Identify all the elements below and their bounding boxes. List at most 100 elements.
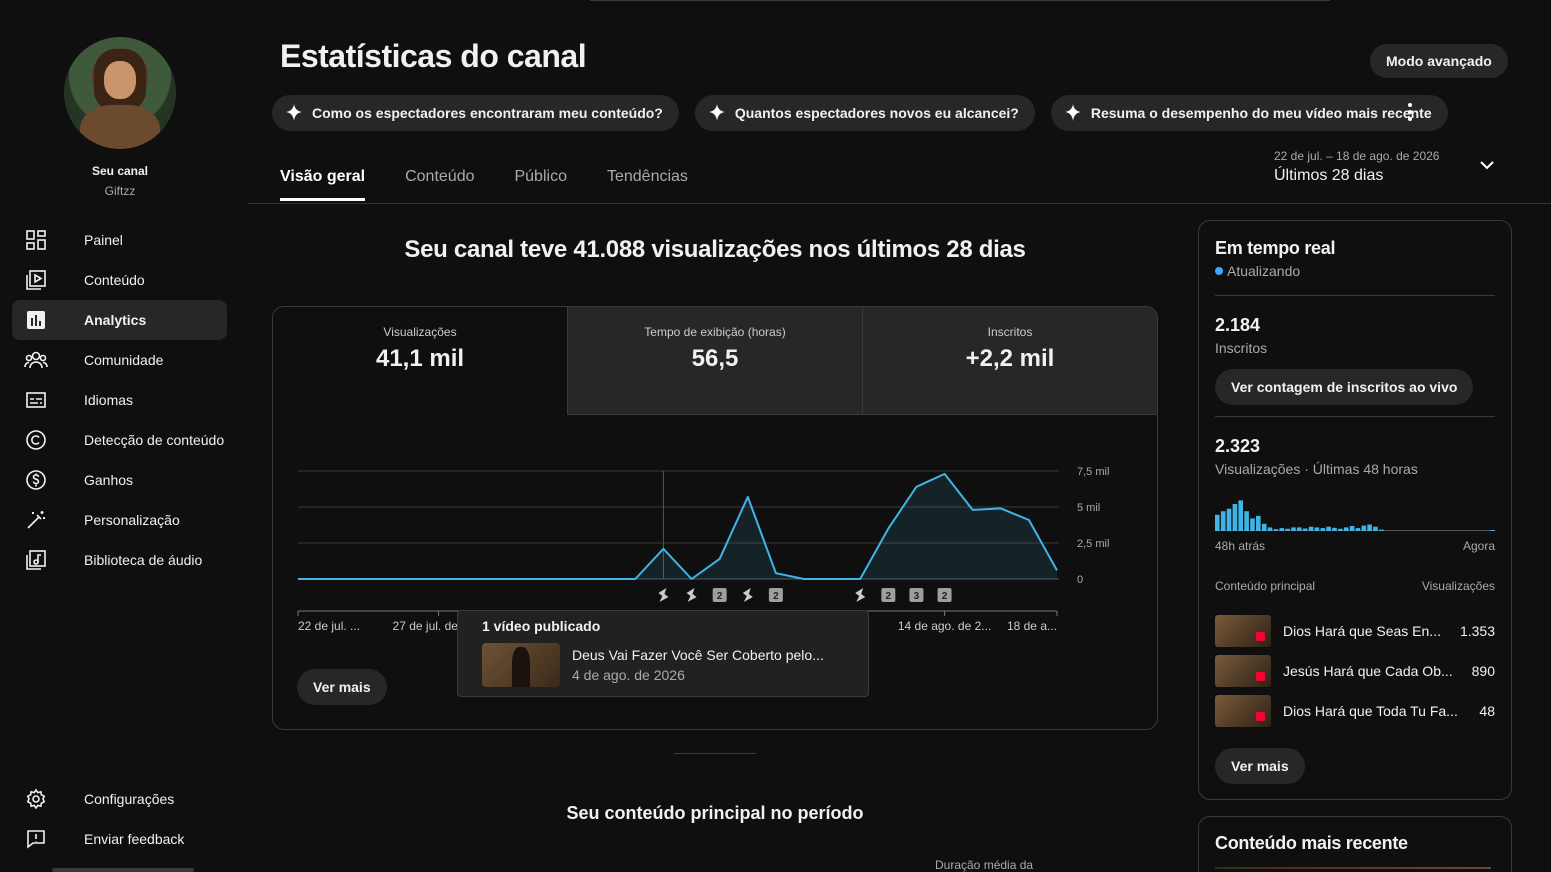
x-tick-label: 27 de jul. de bbox=[393, 619, 459, 633]
realtime-title: Em tempo real bbox=[1215, 238, 1336, 258]
top-content-header: Conteúdo principal bbox=[1215, 579, 1316, 593]
top-content-row[interactable]: Dios Hará que Toda Tu Fa... 48 bbox=[1215, 695, 1495, 727]
chip-label: Quantos espectadores novos eu alcancei? bbox=[734, 105, 1019, 121]
realtime-bar bbox=[1244, 511, 1249, 531]
sidebar-item-analytics[interactable]: Analytics bbox=[12, 300, 227, 340]
sidebar-item-label: Ganhos bbox=[84, 472, 134, 488]
realtime-bar bbox=[1285, 528, 1290, 531]
tab-conteudo[interactable]: Conteúdo bbox=[405, 168, 474, 201]
realtime-see-more-button[interactable]: Ver mais bbox=[1215, 748, 1305, 784]
realtime-views-value: 2.323 bbox=[1215, 436, 1261, 456]
chevron-down-icon[interactable] bbox=[1478, 158, 1496, 176]
more-options-icon[interactable] bbox=[1398, 100, 1422, 124]
sidebar-item-label: Personalização bbox=[84, 512, 180, 528]
video-thumbnail[interactable] bbox=[482, 643, 560, 687]
channel-avatar[interactable] bbox=[64, 37, 176, 149]
sidebar-item-label: Comunidade bbox=[84, 352, 164, 368]
tooltip-video-title[interactable]: Deus Vai Fazer Você Ser Coberto pelo... bbox=[572, 647, 824, 663]
sparkle-icon bbox=[708, 104, 725, 121]
sidebar-item-label: Biblioteca de áudio bbox=[84, 552, 203, 568]
sidebar-item-configuracoes[interactable]: Configurações bbox=[12, 779, 227, 819]
chart-tooltip: 1 vídeo publicado Deus Vai Fazer Você Se… bbox=[457, 610, 869, 697]
top-content-row[interactable]: Jesús Hará que Cada Ob... 890 bbox=[1215, 655, 1495, 687]
top-content-section-title: Seu conteúdo principal no período bbox=[566, 803, 864, 823]
top-content-row[interactable]: Dios Hará que Seas En... 1.353 bbox=[1215, 615, 1495, 647]
y-tick-label: 2,5 mil bbox=[1077, 538, 1109, 550]
recent-content-title: Conteúdo mais recente bbox=[1215, 833, 1408, 853]
realtime-bar bbox=[1367, 524, 1372, 531]
metric-watch-time[interactable]: Tempo de exibição (horas) 56,5 bbox=[567, 307, 862, 415]
publish-count-label: 2 bbox=[773, 591, 779, 602]
suggestion-chips: Como os espectadores encontraram meu con… bbox=[272, 95, 1448, 131]
realtime-bar-chart[interactable] bbox=[1215, 491, 1495, 531]
publish-count-label: 2 bbox=[942, 591, 948, 602]
sidebar-item-feedback[interactable]: Enviar feedback bbox=[12, 819, 227, 859]
top-divider bbox=[590, 0, 1330, 1]
metric-value: 56,5 bbox=[691, 345, 739, 372]
sparkle-icon bbox=[1064, 104, 1081, 121]
metric-value: +2,2 mil bbox=[965, 345, 1055, 372]
video-thumbnail bbox=[1215, 615, 1271, 647]
suggestion-chip[interactable]: Como os espectadores encontraram meu con… bbox=[272, 95, 679, 131]
realtime-bar bbox=[1314, 527, 1320, 531]
sidebar-item-painel[interactable]: Painel bbox=[12, 220, 227, 260]
sidebar-item-deteccao[interactable]: Detecção de conteúdo bbox=[12, 420, 227, 460]
video-thumbnail bbox=[1215, 655, 1271, 687]
date-range-label: Últimos 28 dias bbox=[1274, 167, 1384, 184]
realtime-bar bbox=[1215, 514, 1220, 531]
tab-publico[interactable]: Público bbox=[514, 168, 566, 201]
realtime-divider bbox=[1215, 416, 1495, 417]
sidebar-item-label: Painel bbox=[84, 232, 123, 248]
shorts-icon bbox=[855, 588, 866, 602]
realtime-axis-start: 48h atrás bbox=[1215, 539, 1266, 553]
sidebar-item-idiomas[interactable]: Idiomas bbox=[12, 380, 227, 420]
sidebar-item-biblioteca-audio[interactable]: Biblioteca de áudio bbox=[12, 540, 227, 580]
shorts-icon bbox=[1256, 712, 1265, 721]
community-icon bbox=[24, 348, 48, 372]
sidebar-item-label: Configurações bbox=[84, 791, 175, 807]
tab-visao-geral[interactable]: Visão geral bbox=[280, 168, 366, 201]
realtime-bar bbox=[1273, 529, 1279, 531]
suggestion-chip[interactable]: Resuma o desempenho do meu vídeo mais re… bbox=[1050, 95, 1448, 131]
shorts-icon bbox=[658, 588, 669, 602]
sidebar-item-ganhos[interactable]: Ganhos bbox=[12, 460, 227, 500]
sidebar-bottom-nav: Configurações Enviar feedback bbox=[12, 779, 227, 859]
sidebar-item-comunidade[interactable]: Comunidade bbox=[12, 340, 227, 380]
realtime-bar bbox=[1238, 500, 1243, 531]
video-title: Jesús Hará que Cada Ob... bbox=[1283, 663, 1453, 679]
sidebar-scrollbar[interactable] bbox=[52, 868, 194, 872]
tooltip-video-date: 4 de ago. de 2026 bbox=[572, 667, 685, 683]
sidebar-item-personalizacao[interactable]: Personalização bbox=[12, 500, 227, 540]
live-subscriber-count-button[interactable]: Ver contagem de inscritos ao vivo bbox=[1215, 369, 1474, 405]
suggestion-chip[interactable]: Quantos espectadores novos eu alcancei? bbox=[694, 95, 1035, 131]
sidebar-nav: Painel Conteúdo Analytics Comunidade Idi… bbox=[12, 220, 227, 580]
page-title: Estatísticas do canal bbox=[280, 38, 587, 74]
tooltip-title: 1 vídeo publicado bbox=[482, 618, 601, 634]
content-icon bbox=[24, 268, 48, 292]
realtime-bar bbox=[1332, 527, 1337, 531]
sidebar-item-conteudo[interactable]: Conteúdo bbox=[12, 260, 227, 300]
sidebar-item-label: Idiomas bbox=[84, 392, 134, 408]
realtime-bar bbox=[1373, 526, 1378, 531]
realtime-bar bbox=[1379, 529, 1384, 531]
advanced-mode-button[interactable]: Modo avançado bbox=[1370, 44, 1508, 78]
tab-tendencias[interactable]: Tendências bbox=[607, 168, 688, 201]
realtime-views-label: Visualizações · Últimas 48 horas bbox=[1215, 461, 1418, 477]
y-tick-label: 7,5 mil bbox=[1077, 466, 1109, 478]
sidebar-item-label: Conteúdo bbox=[84, 272, 145, 288]
metric-label: Tempo de exibição (horas) bbox=[644, 325, 786, 339]
realtime-divider bbox=[1215, 295, 1495, 296]
sidebar-item-label: Analytics bbox=[84, 312, 147, 328]
see-more-button[interactable]: Ver mais bbox=[297, 669, 387, 705]
realtime-bar bbox=[1326, 526, 1331, 531]
metric-views[interactable]: Visualizações 41,1 mil bbox=[273, 307, 567, 415]
audio-library-icon bbox=[24, 548, 48, 572]
date-range-selector[interactable]: 22 de jul. – 18 de ago. de 2026 Últimos … bbox=[1274, 149, 1439, 185]
metric-subscribers[interactable]: Inscritos +2,2 mil bbox=[862, 307, 1157, 415]
shorts-icon bbox=[742, 588, 753, 602]
y-tick-label: 5 mil bbox=[1077, 502, 1100, 514]
publish-count-label: 2 bbox=[886, 591, 892, 602]
realtime-bar bbox=[1308, 526, 1314, 531]
shorts-icon bbox=[1256, 672, 1265, 681]
video-title: Dios Hará que Toda Tu Fa... bbox=[1283, 703, 1458, 719]
